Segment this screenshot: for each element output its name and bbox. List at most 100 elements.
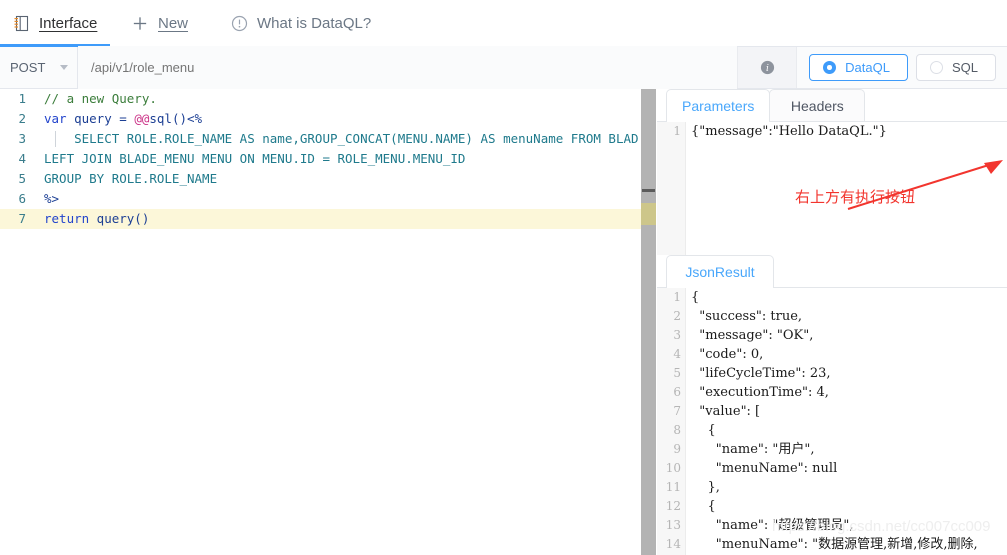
parameters-panel: Parameters Headers 1 {"message":"Hello Da… <box>657 89 1007 264</box>
code-line-text: SELECT ROLE.ROLE_NAME AS name,GROUP_CONC… <box>44 129 639 149</box>
code-editor[interactable]: 1// a new Query. 2 var query = @@sql()<% 3 … <box>0 89 641 555</box>
json-line: 12 { <box>657 497 1007 516</box>
request-info-button[interactable]: i <box>737 47 798 88</box>
code-line-text: return query() <box>44 209 149 229</box>
line-number: 3 <box>673 328 681 342</box>
json-line-text: "menuName": "数据源管理,新增,修改,删除, <box>691 537 978 552</box>
nav-item-new-label: New <box>158 14 189 32</box>
top-navigation-bar: Interface New What is DataQL? <box>0 0 1007 47</box>
info-italic-icon: i <box>760 60 774 74</box>
query-mode-dataql[interactable]: DataQL <box>809 54 908 81</box>
radio-dot-icon <box>823 61 837 74</box>
code-line: 3 SELECT ROLE.ROLE_NAME AS name,GROUP_CO… <box>0 129 641 149</box>
code-token: var <box>44 111 67 126</box>
code-token: %> <box>44 191 60 206</box>
tab-parameters-label: Parameters <box>682 97 755 114</box>
json-line-text: "lifeCycleTime": 23, <box>691 366 831 381</box>
query-mode-sql-label: SQL <box>951 60 978 75</box>
code-token: GROUP BY ROLE.ROLE_NAME <box>44 171 218 186</box>
code-token: return <box>44 211 90 226</box>
nav-item-new[interactable]: New <box>131 0 188 46</box>
tab-headers-label: Headers <box>790 97 844 114</box>
query-mode-sql[interactable]: SQL <box>915 54 996 81</box>
code-token: LEFT JOIN BLADE_MENU MENU ON MENU.ID = R… <box>44 151 466 166</box>
json-line: 5 "lifeCycleTime": 23, <box>657 364 1007 383</box>
info-circle-icon <box>230 14 248 32</box>
json-line-text: "name": "用户", <box>691 442 815 457</box>
json-line-text: { <box>691 499 716 514</box>
plus-icon <box>131 14 149 32</box>
svg-text:i: i <box>766 64 769 74</box>
code-token: query = <box>66 111 135 126</box>
tab-jsonresult[interactable]: JsonResult <box>666 255 774 288</box>
annotation-text: 右上方有执行按钮 <box>795 188 916 206</box>
http-method-select[interactable]: POST <box>0 47 78 88</box>
json-line-text: { <box>691 290 700 305</box>
code-line-text: %> <box>44 189 59 209</box>
json-line: 14 "menuName": "数据源管理,新增,修改,删除, <box>657 535 1007 554</box>
json-line: 7 "value": [ <box>657 402 1007 421</box>
json-line-text: "code": 0, <box>691 347 764 362</box>
radio-dot-icon <box>929 61 943 74</box>
json-line-text: "value": [ <box>691 404 761 419</box>
result-viewer[interactable]: 1{2 "success": true, 3 "message": "OK", 4 … <box>657 288 1007 555</box>
nav-item-what-is-dataql-label: What is DataQL? <box>257 14 372 32</box>
code-token: sql()<% <box>149 111 203 126</box>
line-number: 6 <box>673 385 681 399</box>
nav-item-interface-label: Interface <box>39 14 98 32</box>
query-mode-dataql-label: DataQL <box>845 60 890 75</box>
editor-vertical-scrollbar[interactable] <box>641 89 656 555</box>
line-number: 8 <box>673 423 681 437</box>
code-line: 7 return query() <box>0 209 641 229</box>
tab-jsonresult-label: JsonResult <box>685 263 755 280</box>
json-line: 11 }, <box>657 478 1007 497</box>
line-number: 14 <box>665 537 681 551</box>
scrollbar-highlight-mark <box>641 203 656 225</box>
parameters-gutter <box>657 122 686 264</box>
code-token: @@ <box>134 111 150 126</box>
code-line-text: var query = @@sql()<% <box>44 109 202 129</box>
nav-item-what-is-dataql[interactable]: What is DataQL? <box>230 0 371 46</box>
url-input[interactable] <box>78 46 738 89</box>
code-line: 4 LEFT JOIN BLADE_MENU MENU ON MENU.ID = … <box>0 149 641 169</box>
code-line-text: LEFT JOIN BLADE_MENU MENU ON MENU.ID = R… <box>44 149 465 169</box>
line-number: 2 <box>673 309 681 323</box>
line-number: 1 <box>673 124 681 138</box>
json-line-text: "message": "OK", <box>691 328 814 343</box>
code-token: SELECT ROLE.ROLE_NAME AS name,GROUP_CONC… <box>44 131 639 146</box>
line-number: 5 <box>673 366 681 380</box>
http-method-label: POST <box>10 60 46 75</box>
json-line: 10 "menuName": null <box>657 459 1007 478</box>
request-bar: POST i DataQL SQL <box>0 46 1007 89</box>
json-line-text: }, <box>691 480 720 495</box>
json-line: 1 {"message":"Hello DataQL."} <box>657 122 1007 141</box>
json-line-text: "menuName": null <box>691 461 838 476</box>
json-line-text: "success": true, <box>691 309 803 324</box>
code-line: 5 GROUP BY ROLE.ROLE_NAME <box>0 169 641 189</box>
chevron-down-icon <box>60 65 68 70</box>
code-token: query() <box>89 211 150 226</box>
line-number: 10 <box>665 461 681 475</box>
line-number: 6 <box>18 191 26 206</box>
json-line-text: "executionTime": 4, <box>691 385 829 400</box>
watermark-text: https://blog.csdn.net/cc007cc009 <box>772 518 991 535</box>
tab-parameters[interactable]: Parameters <box>666 89 771 122</box>
json-line: 9 "name": "用户", <box>657 440 1007 459</box>
line-number: 2 <box>18 111 26 126</box>
nav-item-interface[interactable]: Interface <box>12 0 97 46</box>
json-line: 4 "code": 0, <box>657 345 1007 364</box>
query-mode-group: DataQL SQL <box>797 54 1007 81</box>
line-number: 1 <box>673 290 681 304</box>
code-line: 6 %> <box>0 189 641 209</box>
parameters-tabstrip: Parameters Headers <box>657 89 1007 122</box>
line-number: 4 <box>18 151 26 166</box>
result-panel: JsonResult 1{2 "success": true, 3 "messag… <box>657 255 1007 555</box>
line-number: 5 <box>18 171 26 186</box>
code-line: 2 var query = @@sql()<% <box>0 109 641 129</box>
json-line: 2 "success": true, <box>657 307 1007 326</box>
code-line-text: GROUP BY ROLE.ROLE_NAME <box>44 169 217 189</box>
code-line-text: // a new Query. <box>44 89 157 109</box>
json-line: 3 "message": "OK", <box>657 326 1007 345</box>
line-number: 9 <box>673 442 681 456</box>
tab-headers[interactable]: Headers <box>769 89 866 121</box>
